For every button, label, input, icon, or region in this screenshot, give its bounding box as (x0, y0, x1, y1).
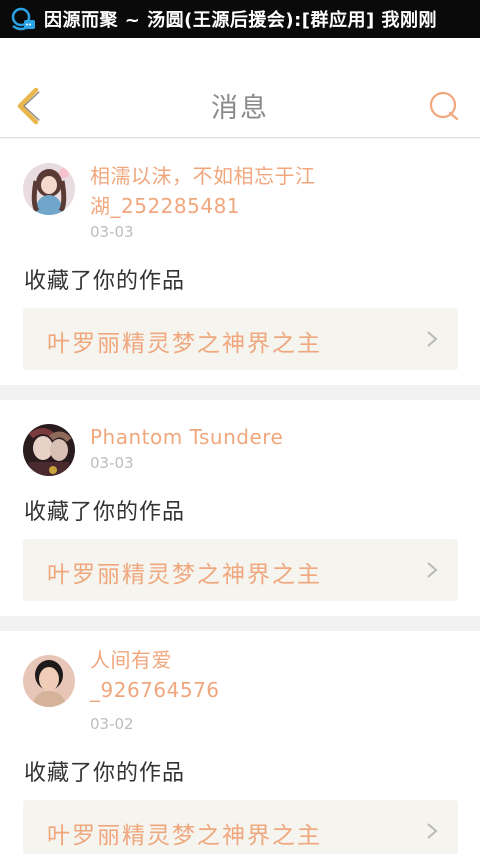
chevron-right-icon (427, 331, 438, 347)
message-date: 03-03 (90, 223, 134, 241)
avatar[interactable] (23, 655, 75, 707)
status-bar: 因源而聚 ~ 汤圆(王源后援会):[群应用] 我刚刚 (0, 0, 480, 38)
action-text: 收藏了你的作品 (24, 761, 186, 786)
message-card: Phantom Tsundere 03-03 收藏了你的作品 叶罗丽精灵梦之神界… (0, 400, 480, 616)
qq-notification-icon (11, 7, 35, 31)
user-name[interactable]: 人间有爱_926764576 (90, 645, 290, 705)
avatar[interactable] (23, 424, 75, 476)
notification-ticker: 因源而聚 ~ 汤圆(王源后援会):[群应用] 我刚刚 (44, 10, 437, 31)
page-title: 消息 (211, 93, 269, 124)
message-date: 03-02 (90, 715, 134, 733)
work-link[interactable]: 叶罗丽精灵梦之神界之主 (23, 800, 458, 854)
user-name[interactable]: Phantom Tsundere (90, 422, 283, 452)
avatar[interactable] (23, 163, 75, 215)
message-date: 03-03 (90, 454, 134, 472)
work-link[interactable]: 叶罗丽精灵梦之神界之主 (23, 539, 458, 601)
work-link[interactable]: 叶罗丽精灵梦之神界之主 (23, 308, 458, 370)
action-text: 收藏了你的作品 (24, 269, 186, 294)
user-name[interactable]: 相濡以沫，不如相忘于江湖_252285481 (90, 161, 320, 221)
chevron-right-icon (427, 823, 438, 839)
work-title: 叶罗丽精灵梦之神界之主 (47, 331, 322, 357)
work-title: 叶罗丽精灵梦之神界之主 (47, 823, 322, 849)
message-card: 相濡以沫，不如相忘于江湖_252285481 03-03 收藏了你的作品 叶罗丽… (0, 139, 480, 385)
work-title: 叶罗丽精灵梦之神界之主 (47, 562, 322, 588)
app-header: 消息 (0, 38, 480, 138)
message-card: 人间有爱_926764576 03-02 收藏了你的作品 叶罗丽精灵梦之神界之主 (0, 631, 480, 854)
chevron-right-icon (427, 562, 438, 578)
message-list: 相濡以沫，不如相忘于江湖_252285481 03-03 收藏了你的作品 叶罗丽… (0, 139, 480, 854)
search-icon[interactable] (428, 90, 460, 122)
action-text: 收藏了你的作品 (24, 500, 186, 525)
